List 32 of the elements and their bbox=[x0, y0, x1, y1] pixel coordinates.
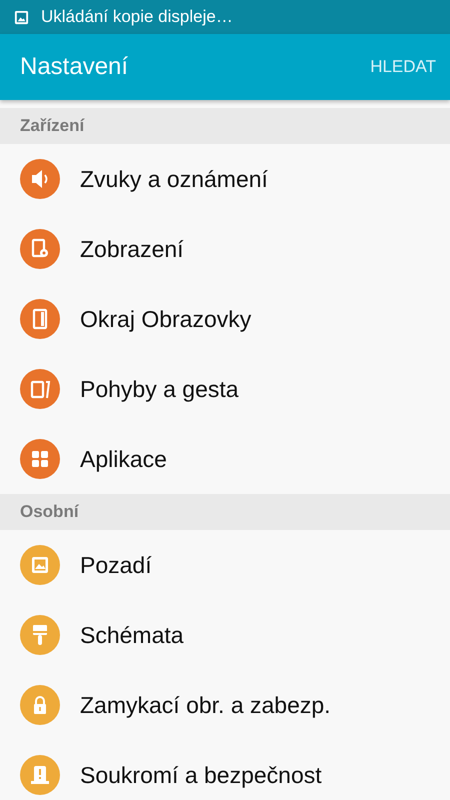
speaker-icon bbox=[20, 159, 60, 199]
image-icon bbox=[20, 545, 60, 585]
settings-item[interactable]: Soukromí a bezpečnost bbox=[0, 740, 450, 800]
paintbrush-icon bbox=[20, 615, 60, 655]
tablet-tilt-icon bbox=[20, 369, 60, 409]
tablet-edge-icon bbox=[20, 299, 60, 339]
tablet-gear-icon bbox=[20, 229, 60, 269]
section-title: Osobní bbox=[20, 502, 79, 522]
item-label: Zvuky a oznámení bbox=[80, 166, 268, 192]
item-label: Pozadí bbox=[80, 552, 152, 578]
settings-item[interactable]: Aplikace bbox=[0, 424, 450, 494]
lock-icon bbox=[20, 685, 60, 725]
settings-item[interactable]: Zamykací obr. a zabezp. bbox=[0, 670, 450, 740]
screen-title: Nastavení bbox=[20, 53, 128, 81]
section-title: Zařízení bbox=[20, 116, 84, 136]
settings-item[interactable]: Pohyby a gesta bbox=[0, 354, 450, 424]
item-label: Pohyby a gesta bbox=[80, 376, 239, 402]
settings-item[interactable]: Zvuky a oznámení bbox=[0, 144, 450, 214]
item-label: Aplikace bbox=[80, 446, 167, 472]
settings-item[interactable]: Pozadí bbox=[0, 530, 450, 600]
settings-item[interactable]: Okraj Obrazovky bbox=[0, 284, 450, 354]
warning-icon bbox=[20, 755, 60, 795]
item-label: Zobrazení bbox=[80, 236, 184, 262]
image-icon bbox=[14, 10, 29, 24]
item-label: Schémata bbox=[80, 622, 184, 648]
settings-item[interactable]: Schémata bbox=[0, 600, 450, 670]
notification-text: Ukládání kopie displeje… bbox=[41, 7, 233, 27]
item-label: Okraj Obrazovky bbox=[80, 306, 252, 332]
item-label: Zamykací obr. a zabezp. bbox=[80, 692, 331, 718]
item-label: Soukromí a bezpečnost bbox=[80, 762, 322, 788]
settings-item[interactable]: Zobrazení bbox=[0, 214, 450, 284]
grid-icon bbox=[20, 439, 60, 479]
